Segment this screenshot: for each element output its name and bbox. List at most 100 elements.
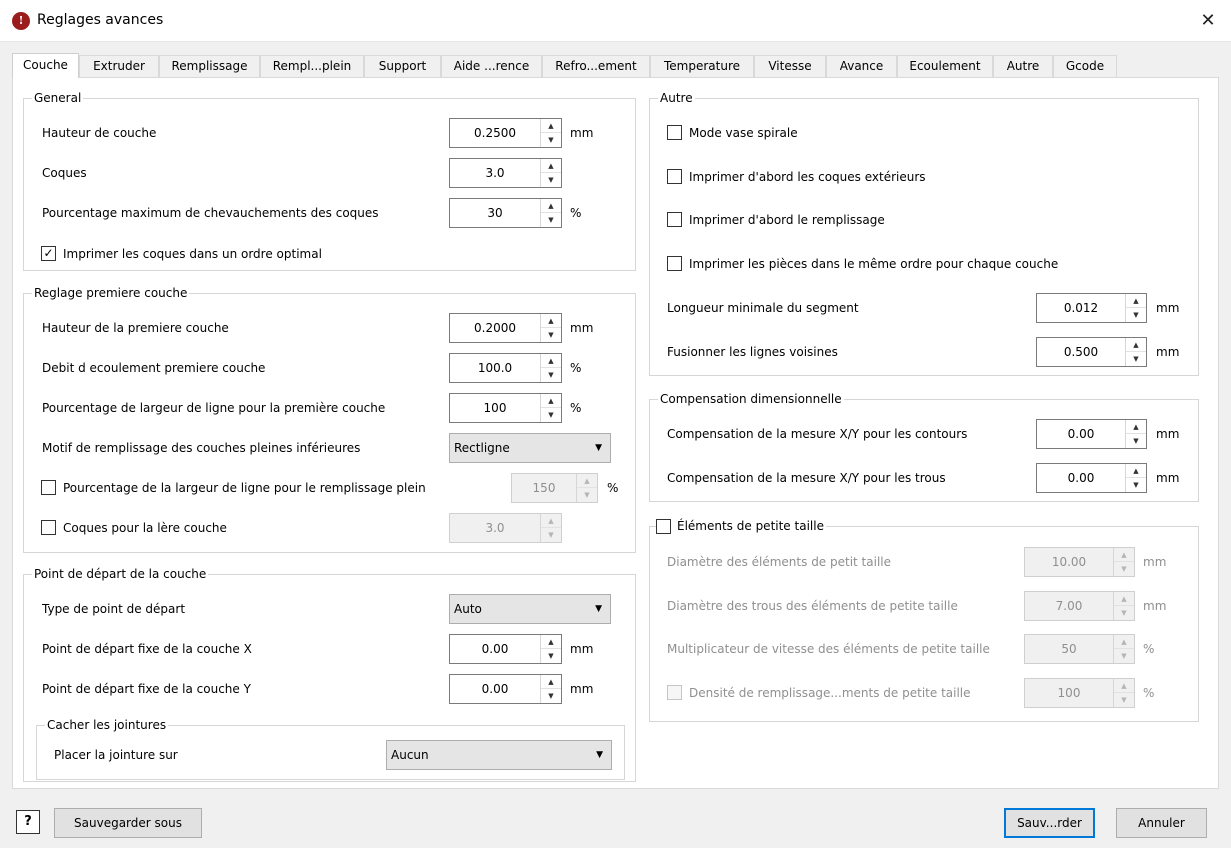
spinbox-arrows: ▲ ▼ bbox=[1113, 635, 1134, 663]
arrow-up-icon[interactable]: ▲ bbox=[541, 675, 561, 689]
arrow-down-icon: ▼ bbox=[548, 531, 554, 539]
help-icon[interactable]: ? bbox=[16, 810, 40, 834]
small-density-checkbox bbox=[667, 685, 682, 700]
spinbox-value: 0.012 bbox=[1063, 301, 1099, 315]
arrow-down-icon[interactable]: ▼ bbox=[1126, 352, 1146, 366]
arrow-up-icon[interactable]: ▲ bbox=[541, 354, 561, 368]
unit-label: % bbox=[570, 401, 582, 415]
arrow-down-icon[interactable]: ▼ bbox=[1126, 478, 1146, 492]
chevron-down-icon: ▼ bbox=[595, 443, 602, 453]
unit-label: mm bbox=[1156, 471, 1180, 485]
tab-autre[interactable]: Autre bbox=[993, 55, 1053, 77]
tab-remplissage[interactable]: Remplissage bbox=[159, 55, 260, 77]
tab-refroidissement[interactable]: Refro...ement bbox=[542, 55, 650, 77]
first-layer-flow-spinbox[interactable]: 100.0 ▲ ▼ bbox=[449, 353, 562, 383]
tab-avance[interactable]: Avance bbox=[826, 55, 897, 77]
arrow-up-icon[interactable]: ▲ bbox=[541, 119, 561, 133]
arrow-down-icon[interactable]: ▼ bbox=[541, 649, 561, 663]
shells-spinbox[interactable]: 3.0 ▲ ▼ bbox=[449, 158, 562, 188]
spinbox-arrows: ▲ ▼ bbox=[540, 314, 561, 342]
arrow-down-icon[interactable]: ▼ bbox=[541, 213, 561, 227]
tab-aide-adherence[interactable]: Aide ...rence bbox=[441, 55, 542, 77]
outer-first-label: Imprimer d'abord les coques extérieurs bbox=[689, 170, 926, 184]
first-layer-line-width-label: Pourcentage de largeur de ligne pour la … bbox=[42, 401, 386, 415]
arrow-down-icon[interactable]: ▼ bbox=[541, 408, 561, 422]
spiral-mode-checkbox[interactable] bbox=[667, 125, 682, 140]
first-shells-label: Coques pour la lère couche bbox=[63, 521, 227, 535]
arrow-up-icon: ▲ bbox=[577, 474, 597, 488]
tab-couche[interactable]: Couche bbox=[12, 53, 79, 78]
infill-first-checkbox[interactable] bbox=[667, 212, 682, 227]
spinbox-value: 100.0 bbox=[477, 361, 513, 375]
merge-lines-spinbox[interactable]: 0.500 ▲ ▼ bbox=[1036, 337, 1147, 367]
contours-compensation-spinbox[interactable]: 0.00 ▲ ▼ bbox=[1036, 419, 1147, 449]
arrow-down-icon[interactable]: ▼ bbox=[541, 173, 561, 187]
unit-label: mm bbox=[570, 642, 594, 656]
first-layer-height-spinbox[interactable]: 0.2000 ▲ ▼ bbox=[449, 313, 562, 343]
save-as-button[interactable]: Sauvegarder sous bbox=[54, 808, 202, 838]
arrow-up-icon[interactable]: ▲ bbox=[1126, 338, 1146, 352]
arrow-down-icon[interactable]: ▼ bbox=[1126, 308, 1146, 322]
spinbox-value: 30 bbox=[487, 206, 503, 220]
arrow-down-icon[interactable]: ▼ bbox=[541, 133, 561, 147]
seam-dropdown[interactable]: Aucun ▼ bbox=[386, 740, 612, 770]
start-type-dropdown[interactable]: Auto ▼ bbox=[449, 594, 611, 624]
arrow-up-icon[interactable]: ▲ bbox=[1126, 420, 1146, 434]
arrow-up-icon[interactable]: ▲ bbox=[541, 635, 561, 649]
arrow-up-icon: ▲ bbox=[541, 514, 561, 528]
close-icon[interactable]: ✕ bbox=[1185, 0, 1231, 42]
arrow-down-icon[interactable]: ▼ bbox=[541, 689, 561, 703]
small-diameter-spinbox: 10.00 ▲ ▼ bbox=[1024, 547, 1135, 577]
arrow-down-icon[interactable]: ▼ bbox=[541, 368, 561, 382]
start-y-spinbox[interactable]: 0.00 ▲ ▼ bbox=[449, 674, 562, 704]
first-layer-flow-label: Debit d ecoulement premiere couche bbox=[42, 361, 266, 375]
outer-first-checkbox[interactable] bbox=[667, 169, 682, 184]
spinbox-arrows: ▲ ▼ bbox=[1113, 548, 1134, 576]
first-layer-group: Reglage premiere couche Hauteur de la pr… bbox=[23, 285, 636, 553]
spinbox-value: 0.2500 bbox=[474, 126, 516, 140]
arrow-up-icon[interactable]: ▲ bbox=[541, 159, 561, 173]
solid-width-spinbox: 150 ▲ ▼ bbox=[511, 473, 598, 503]
cancel-button[interactable]: Annuler bbox=[1116, 808, 1207, 838]
spinbox-value: 0.00 bbox=[481, 682, 509, 696]
same-order-checkbox[interactable] bbox=[667, 256, 682, 271]
group-title: Cacher les jointures bbox=[45, 717, 169, 733]
small-holes-label: Diamètre des trous des éléments de petit… bbox=[667, 599, 958, 613]
small-features-checkbox[interactable] bbox=[656, 519, 671, 534]
first-shells-checkbox[interactable] bbox=[41, 520, 56, 535]
solid-width-checkbox[interactable] bbox=[41, 480, 56, 495]
start-x-spinbox[interactable]: 0.00 ▲ ▼ bbox=[449, 634, 562, 664]
holes-compensation-spinbox[interactable]: 0.00 ▲ ▼ bbox=[1036, 463, 1147, 493]
tab-support[interactable]: Support bbox=[364, 55, 441, 77]
arrow-up-icon[interactable]: ▲ bbox=[541, 394, 561, 408]
layer-height-spinbox[interactable]: 0.2500 ▲ ▼ bbox=[449, 118, 562, 148]
group-title: General bbox=[32, 90, 84, 106]
group-title: Compensation dimensionnelle bbox=[658, 391, 844, 407]
holes-compensation-label: Compensation de la mesure X/Y pour les t… bbox=[667, 471, 946, 485]
overlap-spinbox[interactable]: 30 ▲ ▼ bbox=[449, 198, 562, 228]
tab-vitesse[interactable]: Vitesse bbox=[754, 55, 826, 77]
arrow-up-icon[interactable]: ▲ bbox=[1126, 294, 1146, 308]
bottom-pattern-dropdown[interactable]: Rectligne ▼ bbox=[449, 433, 611, 463]
tab-remplissage-plein[interactable]: Rempl...plein bbox=[260, 55, 364, 77]
arrow-down-icon: ▼ bbox=[584, 491, 590, 499]
unit-label: % bbox=[1143, 686, 1155, 700]
tab-temperature[interactable]: Temperature bbox=[650, 55, 754, 77]
dropdown-value: Aucun bbox=[391, 748, 429, 762]
first-shells-spinbox: 3.0 ▲ ▼ bbox=[449, 513, 562, 543]
first-layer-line-width-spinbox[interactable]: 100 ▲ ▼ bbox=[449, 393, 562, 423]
arrow-down-icon[interactable]: ▼ bbox=[541, 328, 561, 342]
save-button[interactable]: Sauv...rder bbox=[1004, 808, 1095, 838]
tab-extruder[interactable]: Extruder bbox=[79, 55, 159, 77]
small-density-label: Densité de remplissage...ments de petite… bbox=[689, 686, 971, 700]
arrow-up-icon[interactable]: ▲ bbox=[541, 314, 561, 328]
spinbox-arrows: ▲ ▼ bbox=[1125, 464, 1146, 492]
arrow-down-icon[interactable]: ▼ bbox=[1126, 434, 1146, 448]
optimal-order-checkbox[interactable]: ✓ bbox=[41, 246, 56, 261]
min-segment-spinbox[interactable]: 0.012 ▲ ▼ bbox=[1036, 293, 1147, 323]
arrow-up-icon[interactable]: ▲ bbox=[541, 199, 561, 213]
arrow-up-icon[interactable]: ▲ bbox=[1126, 464, 1146, 478]
tab-gcode[interactable]: Gcode bbox=[1053, 55, 1117, 77]
tab-ecoulement[interactable]: Ecoulement bbox=[897, 55, 993, 77]
small-density-spinbox: 100 ▲ ▼ bbox=[1024, 678, 1135, 708]
